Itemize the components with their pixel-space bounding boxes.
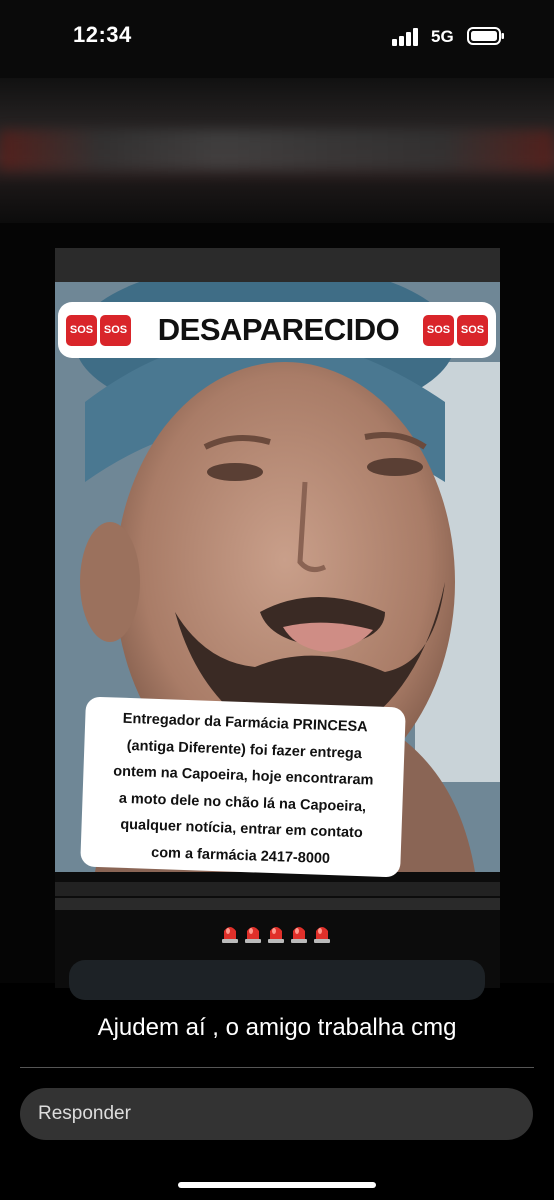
siren-icon: [314, 927, 330, 943]
post-top-bar: [55, 248, 500, 282]
sos-badge: SOS: [66, 314, 97, 346]
home-indicator[interactable]: [178, 1182, 376, 1188]
battery-icon: [467, 27, 504, 45]
shared-post[interactable]: [55, 248, 500, 1000]
siren-icon: [268, 927, 284, 943]
sos-badge: SOS: [100, 314, 131, 346]
reply-input[interactable]: Responder: [20, 1088, 533, 1140]
alarm-emoji-row: [220, 922, 332, 946]
siren-icon: [291, 927, 307, 943]
status-time: 12:34: [73, 22, 132, 47]
post-caption: Entregador da Farmácia PRINCESA (antiga …: [80, 696, 406, 878]
status-bar: 12:34 5G: [0, 0, 554, 78]
post-card-preview: [69, 960, 485, 1000]
signal-strength-icon: [392, 28, 418, 46]
sos-badge: SOS: [423, 314, 454, 346]
sos-badge: SOS: [457, 314, 488, 346]
siren-icon: [245, 927, 261, 943]
siren-icon: [222, 927, 238, 943]
reply-placeholder: Responder: [38, 1103, 131, 1124]
blurred-background: [0, 78, 554, 223]
divider: [20, 1067, 534, 1068]
story-comment: Ajudem aí , o amigo trabalha cmg: [97, 1014, 457, 1041]
missing-banner: SOS SOS DESAPARECIDO SOS SOS: [58, 302, 496, 358]
network-type: 5G: [431, 27, 454, 46]
banner-title: DESAPARECIDO: [157, 312, 400, 347]
